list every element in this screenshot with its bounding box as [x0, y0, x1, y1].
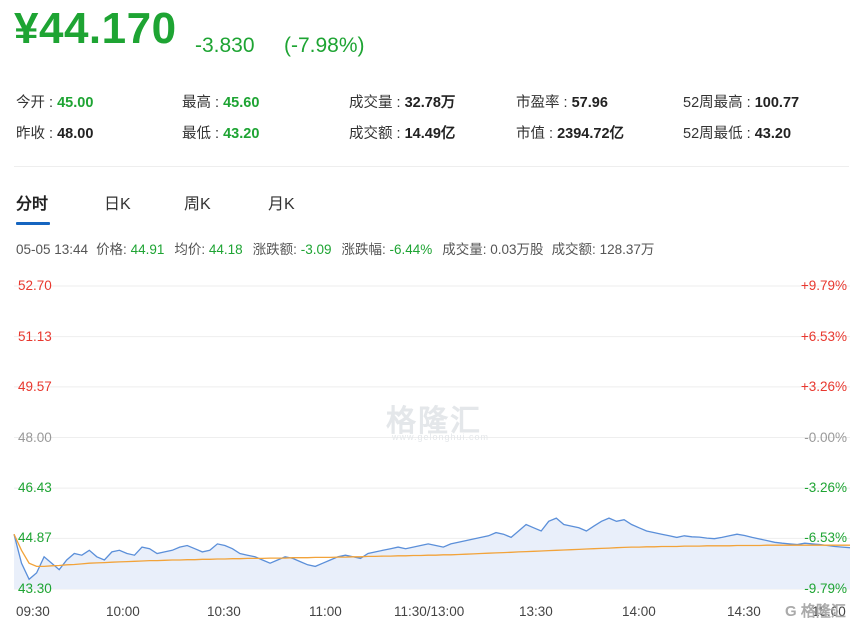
y-axis-right-label: +3.26% — [800, 378, 847, 394]
watermark-url: www.gelonghui.com — [392, 432, 490, 442]
gelonghui-logo: G 格隆汇 — [785, 603, 846, 620]
x-axis-label: 11:30/13:00 — [394, 604, 465, 619]
x-axis-label: 10:00 — [106, 604, 140, 619]
y-axis-left-label: 43.30 — [18, 581, 52, 596]
y-axis-right-label: +6.53% — [800, 328, 847, 344]
y-axis-left-label: 51.13 — [18, 328, 52, 344]
x-axis-label: 11:00 — [309, 604, 342, 619]
y-axis-left-label: 48.00 — [18, 429, 52, 445]
y-axis-left-label: 49.57 — [18, 378, 52, 394]
y-axis-right-label: -6.53% — [804, 530, 847, 546]
y-axis-right-label: -3.26% — [804, 480, 847, 496]
x-axis-label: 14:30 — [727, 604, 761, 619]
y-axis-left-label: 46.43 — [18, 480, 52, 496]
x-axis-label: 10:30 — [207, 604, 241, 619]
price-area-fill — [14, 518, 850, 589]
x-axis-label: 13:30 — [519, 604, 553, 619]
x-axis-label: 14:00 — [622, 604, 656, 619]
x-axis-label: 09:30 — [16, 604, 50, 619]
y-axis-left-label: 44.87 — [18, 530, 52, 546]
intraday-chart[interactable] — [0, 0, 863, 624]
y-axis-right-label: +9.79% — [800, 278, 847, 293]
y-axis-left-label: 52.70 — [18, 278, 52, 293]
y-axis-right-label: -9.79% — [804, 581, 847, 596]
y-axis-right-label: -0.00% — [804, 429, 847, 445]
